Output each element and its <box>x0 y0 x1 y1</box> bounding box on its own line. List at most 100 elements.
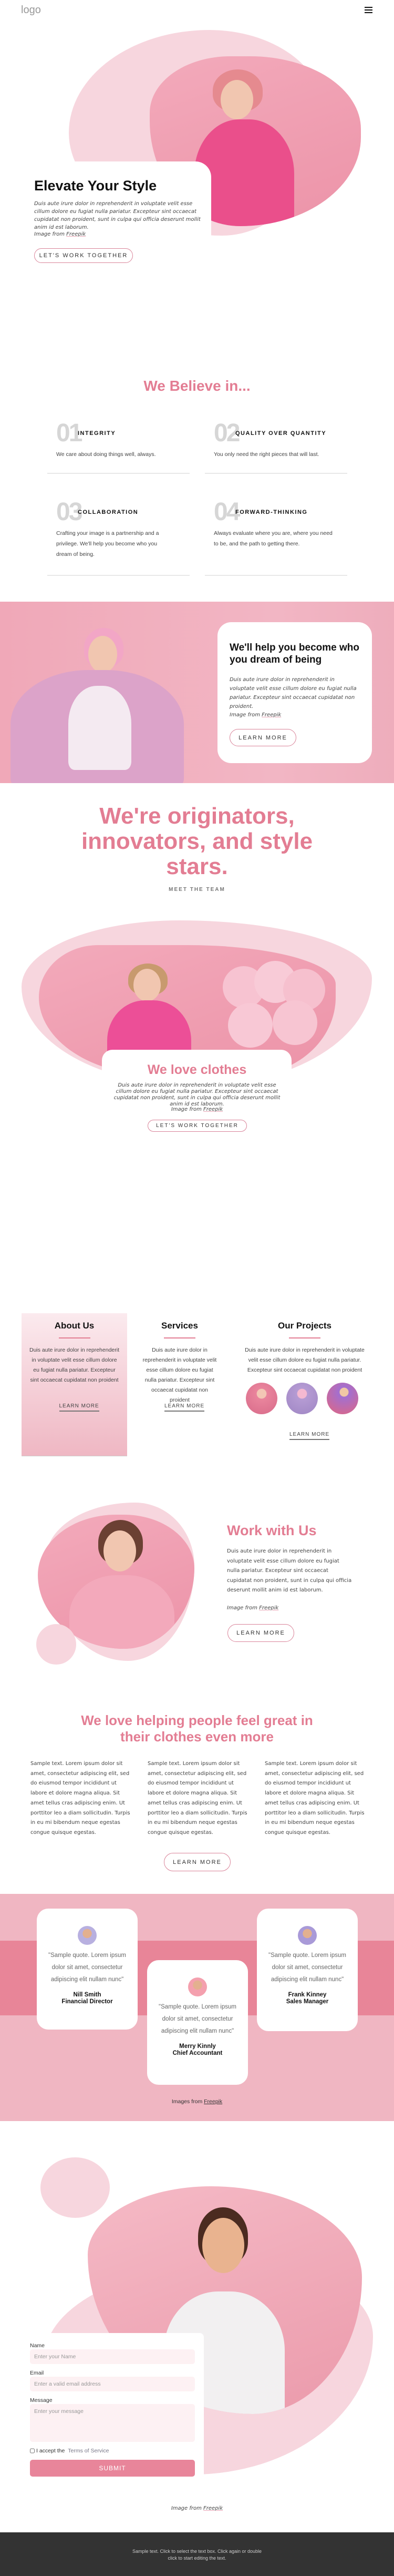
value-desc: Always evaluate where you are, where you… <box>214 530 333 547</box>
learn-more-link[interactable]: LEARN MORE <box>289 1432 330 1440</box>
learn-more-link[interactable]: LEARN MORE <box>59 1403 99 1412</box>
value-title: COLLABORATION <box>78 509 139 515</box>
author-role: Chief Accountant <box>172 2050 223 2056</box>
terms-prefix: I accept the <box>36 2448 65 2454</box>
work-text: Duis aute irure dolor in reprehenderit i… <box>227 1548 352 1593</box>
value-divider <box>205 473 347 474</box>
freepik-link[interactable]: Freepik <box>203 1107 223 1112</box>
hero-credit: Image from Freepik <box>34 229 86 239</box>
learn-more-button[interactable]: LEARN MORE <box>164 1853 231 1871</box>
banner-title: We'll help you become who you dream of b… <box>230 642 359 665</box>
team-title: We're originators, innovators, and style… <box>81 803 313 879</box>
contact-credit: Image from Freepik <box>0 2503 394 2513</box>
freepik-link[interactable]: Freepik <box>262 712 281 718</box>
work-title: Work with Us <box>227 1523 317 1538</box>
footer: Sample text. Click to select the text bo… <box>0 2532 394 2576</box>
testimonial-quote: "Sample quote. Lorem ipsum dolor sit ame… <box>268 1952 346 1983</box>
team-subtitle: MEET THE TEAM <box>169 887 225 893</box>
value-desc: You only need the right pieces that will… <box>214 451 319 458</box>
credit-prefix: Image from <box>171 2506 204 2511</box>
testimonial-author: Frank Kinney Sales Manager <box>257 1992 358 2005</box>
testimonials-credit: Images from Freepik <box>0 2098 394 2105</box>
value-divider <box>205 575 347 576</box>
hero-text: Duis aute irure dolor in reprehenderit i… <box>34 201 201 230</box>
project-thumb-1[interactable] <box>246 1383 277 1414</box>
terms-checkbox[interactable] <box>30 2448 35 2453</box>
credit-prefix: Image from <box>227 1605 260 1611</box>
hero-title: Elevate Your Style <box>34 178 157 194</box>
credit-prefix: Images from <box>171 2098 204 2105</box>
testimonial-author: Merry Kinnly Chief Accountant <box>147 2043 248 2057</box>
author-role: Sales Manager <box>286 1999 329 2005</box>
column-text: Duis aute irure dolor in reprehenderit i… <box>142 1347 217 1403</box>
learn-more-link[interactable]: LEARN MORE <box>164 1403 205 1412</box>
hamburger-icon[interactable] <box>365 7 372 13</box>
testimonial-quote: "Sample quote. Lorem ipsum dolor sit ame… <box>48 1952 126 1983</box>
email-input[interactable] <box>30 2377 195 2391</box>
column-title: About Us <box>54 1321 95 1331</box>
freepik-link[interactable]: Freepik <box>259 1605 278 1611</box>
submit-button[interactable]: SUBMIT <box>30 2460 195 2477</box>
credit-prefix: Image from <box>171 1107 204 1112</box>
freepik-link[interactable]: Freepik <box>204 2098 222 2105</box>
value-divider <box>47 473 190 474</box>
name-input[interactable] <box>30 2349 195 2364</box>
terms-row: I accept the Terms of Service <box>30 2448 109 2454</box>
values-title: We Believe in... <box>143 378 251 394</box>
column-text: Duis aute irure dolor in reprehenderit i… <box>29 1347 119 1383</box>
message-textarea[interactable] <box>30 2404 195 2442</box>
credit-prefix: Image from <box>230 712 262 718</box>
terms-link[interactable]: Terms of Service <box>68 2448 109 2454</box>
column-text: Duis aute irure dolor in reprehenderit i… <box>245 1347 365 1373</box>
freepik-link[interactable]: Freepik <box>66 231 86 237</box>
value-desc: We care about doing things well, always. <box>56 451 156 458</box>
clothes-title: We love clothes <box>147 1062 247 1077</box>
banner-text: Duis aute irure dolor in reprehenderit i… <box>230 677 357 709</box>
decor-circle <box>36 1624 76 1665</box>
lets-work-together-button[interactable]: LET'S WORK TOGETHER <box>148 1120 247 1132</box>
learn-more-button[interactable]: LEARN MORE <box>227 1624 294 1642</box>
helping-column-text: Sample text. Lorem ipsum dolor sit amet,… <box>265 1761 365 1835</box>
value-desc: Crafting your image is a partnership and… <box>56 530 159 557</box>
author-name: Frank Kinney <box>288 1992 327 1998</box>
column-title: Our Projects <box>277 1321 332 1331</box>
name-label: Name <box>30 2342 45 2349</box>
avatar <box>298 1926 317 1945</box>
column-underline <box>58 1337 90 1338</box>
helping-title: We love helping people feel great in the… <box>81 1712 313 1745</box>
helping-column-text: Sample text. Lorem ipsum dolor sit amet,… <box>30 1761 130 1835</box>
clothes-credit: Image from Freepik <box>0 1104 394 1114</box>
testimonial-card: "Sample quote. Lorem ipsum dolor sit ame… <box>257 1909 358 2031</box>
author-name: Merry Kinnly <box>179 2043 216 2050</box>
message-label: Message <box>30 2397 53 2403</box>
value-title: INTEGRITY <box>78 430 116 437</box>
decor-circle <box>40 2157 110 2218</box>
logo[interactable]: logo <box>21 4 41 16</box>
work-credit: Image from Freepik <box>227 1603 278 1613</box>
column-title: Services <box>161 1321 198 1331</box>
project-thumb-2[interactable] <box>286 1383 318 1414</box>
testimonial-card: "Sample quote. Lorem ipsum dolor sit ame… <box>37 1909 138 2030</box>
clothes-text: Duis aute irure dolor in reprehenderit i… <box>113 1082 281 1107</box>
testimonial-author: Nill Smith Financial Director <box>37 1992 138 2005</box>
column-underline <box>164 1337 195 1338</box>
avatar <box>188 1977 207 1996</box>
lets-work-together-button[interactable]: LET'S WORK TOGETHER <box>34 248 133 263</box>
banner-credit: Image from Freepik <box>230 710 281 720</box>
value-title: QUALITY OVER QUANTITY <box>235 430 327 437</box>
author-name: Nill Smith <box>73 1992 101 1998</box>
avatar <box>78 1926 97 1945</box>
testimonial-quote: "Sample quote. Lorem ipsum dolor sit ame… <box>159 2004 236 2034</box>
column-underline <box>289 1337 320 1338</box>
freepik-link[interactable]: Freepik <box>203 2506 223 2511</box>
project-thumb-3[interactable] <box>327 1383 358 1414</box>
email-label: Email <box>30 2370 44 2376</box>
value-title: FORWARD-THINKING <box>235 509 308 515</box>
value-divider <box>47 575 190 576</box>
learn-more-button[interactable]: LEARN MORE <box>230 729 296 746</box>
credit-prefix: Image from <box>34 231 67 237</box>
author-role: Financial Director <box>61 1999 113 2005</box>
footer-text: Sample text. Click to select the text bo… <box>132 2549 262 2561</box>
testimonial-card: "Sample quote. Lorem ipsum dolor sit ame… <box>147 1960 248 2085</box>
helping-column-text: Sample text. Lorem ipsum dolor sit amet,… <box>148 1761 247 1835</box>
